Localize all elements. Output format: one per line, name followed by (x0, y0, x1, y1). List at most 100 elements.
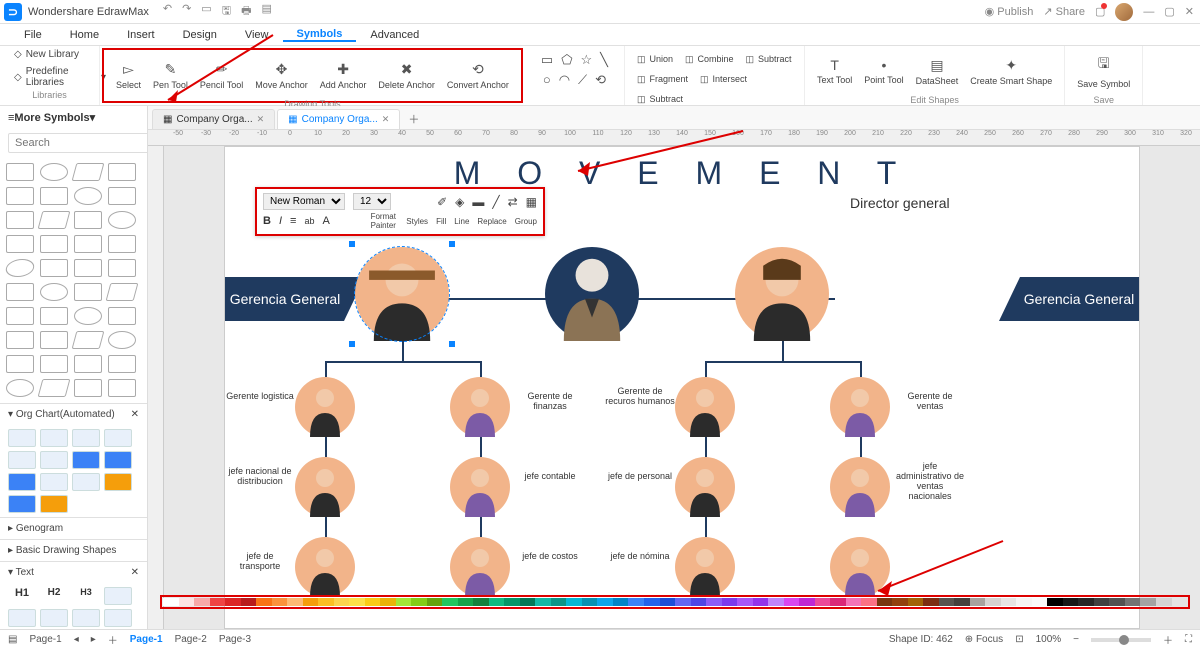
orgchart-thumbs[interactable] (0, 425, 147, 517)
basic-shapes-grid[interactable] (0, 157, 147, 403)
convert-anchor-tool[interactable]: ⟲Convert Anchor (441, 53, 515, 97)
publish-button[interactable]: ◉ Publish (985, 5, 1034, 18)
undo-icon[interactable]: ↶ (163, 2, 172, 21)
fontcolor-btn[interactable]: A (322, 215, 329, 227)
search-input[interactable] (8, 133, 148, 153)
align-btn[interactable]: ≡ (290, 215, 296, 227)
shape-row-1[interactable]: ▭⬠☆╲ (533, 52, 616, 68)
save-symbol-tool[interactable]: 🖫Save Symbol (1071, 49, 1136, 93)
add-anchor-tool[interactable]: ✚Add Anchor (314, 53, 373, 97)
datasheet-tool[interactable]: ▤DataSheet (910, 49, 965, 93)
vertical-ruler (148, 146, 164, 629)
basic-section[interactable]: ▸ Basic Drawing Shapes (0, 539, 147, 561)
close-icon[interactable]: ✕ (1185, 5, 1194, 18)
export-icon[interactable]: ▤ (261, 2, 271, 21)
page-add[interactable]: ＋ (108, 632, 118, 647)
open-icon[interactable]: ▭ (201, 2, 211, 21)
point-tool[interactable]: •Point Tool (858, 49, 909, 93)
page-list-icon[interactable]: ▤ (8, 634, 17, 645)
share-button[interactable]: ↗ Share (1043, 5, 1085, 18)
text-headers[interactable]: H1 H2 H3 (0, 583, 147, 629)
size-select[interactable]: 12 (353, 193, 391, 210)
page-2[interactable]: Page-2 (175, 634, 207, 645)
label-l4-3: jefe de nómina (605, 552, 675, 562)
shape-row-2[interactable]: ○◠⟋⟲ (535, 72, 614, 88)
color-palette[interactable] (160, 595, 1190, 609)
text-tool[interactable]: TText Tool (811, 49, 858, 93)
node-top-right[interactable] (735, 247, 829, 341)
node-top-center[interactable] (545, 247, 639, 341)
zoom-fit[interactable]: ⊡ (1015, 634, 1023, 645)
menu-symbols[interactable]: Symbols (283, 28, 357, 42)
minimize-icon[interactable]: — (1143, 6, 1154, 18)
new-library-button[interactable]: ◇ New Library (14, 49, 106, 60)
menu-design[interactable]: Design (169, 29, 231, 41)
more-symbols-header[interactable]: ≡ More Symbols ▾ (0, 106, 147, 129)
smart-shape-tool[interactable]: ✦Create Smart Shape (964, 49, 1058, 93)
menu-insert[interactable]: Insert (113, 29, 169, 41)
menu-file[interactable]: File (10, 29, 56, 41)
orgchart-section[interactable]: ▾ Org Chart(Automated)✕ (0, 403, 147, 425)
node-l3-4[interactable] (830, 457, 890, 517)
node-l4-3[interactable] (675, 537, 735, 597)
node-l4-1[interactable] (295, 537, 355, 597)
replace-btn[interactable]: ⇄ (508, 195, 518, 209)
node-l3-2[interactable] (450, 457, 510, 517)
line-btn[interactable]: ╱ (492, 195, 499, 209)
menu-home[interactable]: Home (56, 29, 113, 41)
genogram-section[interactable]: ▸ Genogram (0, 517, 147, 539)
styles-btn[interactable]: ◈ (455, 195, 464, 209)
move-anchor-tool[interactable]: ✥Move Anchor (249, 53, 314, 97)
page-next[interactable]: ▸ (91, 634, 96, 645)
canvas[interactable]: M O V E M E N T Director general Gerenci… (224, 146, 1140, 629)
zoom-out[interactable]: − (1073, 634, 1079, 645)
bold-btn[interactable]: B (263, 215, 271, 227)
union-op[interactable]: ◫ Union (631, 49, 679, 69)
pencil-tool[interactable]: ✏Pencil Tool (194, 53, 249, 97)
format-painter[interactable]: ✐ (437, 195, 447, 209)
node-l2-3[interactable] (675, 377, 735, 437)
symbols-panel: ≡ More Symbols ▾ 🔍 ▾ Org Chart(Automated… (0, 106, 148, 629)
fullscreen-icon[interactable]: ⛶ (1185, 634, 1192, 645)
menu-view[interactable]: View (231, 29, 283, 41)
tab-2[interactable]: ▦ Company Orga...✕ (277, 109, 400, 129)
page-1[interactable]: Page-1 (130, 634, 163, 645)
zoom-in[interactable]: ＋ (1163, 632, 1173, 647)
text-section[interactable]: ▾ Text✕ (0, 561, 147, 583)
textcase-btn[interactable]: ab (304, 216, 314, 226)
save-icon[interactable]: 🖫 (222, 2, 231, 21)
page-3[interactable]: Page-3 (219, 634, 251, 645)
node-l3-3[interactable] (675, 457, 735, 517)
font-select[interactable]: New Roman (263, 193, 345, 210)
node-l4-2[interactable] (450, 537, 510, 597)
focus-toggle[interactable]: ⊕ Focus (965, 634, 1003, 645)
add-tab[interactable]: ＋ (402, 109, 425, 129)
maximize-icon[interactable]: ▢ (1164, 5, 1174, 18)
node-l2-2[interactable] (450, 377, 510, 437)
tab-1[interactable]: ▦ Company Orga...✕ (152, 109, 275, 129)
notification-icon[interactable]: ▢ (1095, 5, 1105, 18)
subtract-op[interactable]: ◫ Subtract (740, 49, 798, 69)
redo-icon[interactable]: ↷ (182, 2, 191, 21)
node-l2-4[interactable] (830, 377, 890, 437)
menu-advanced[interactable]: Advanced (356, 29, 433, 41)
predefine-libraries-button[interactable]: ◇ Predefine Libraries▾ (14, 66, 106, 88)
group-btn[interactable]: ▦ (526, 195, 537, 209)
select-tool[interactable]: ▻Select (110, 53, 147, 97)
node-top-left[interactable] (355, 247, 449, 341)
fill-btn[interactable]: ▬ (472, 195, 484, 209)
intersect-op[interactable]: ◫ Intersect (694, 69, 753, 89)
pen-tool[interactable]: ✎Pen Tool (147, 53, 194, 97)
italic-btn[interactable]: I (279, 215, 282, 227)
node-l4-4[interactable] (830, 537, 890, 597)
combine-op[interactable]: ◫ Combine (679, 49, 740, 69)
delete-anchor-tool[interactable]: ✖Delete Anchor (372, 53, 441, 97)
node-l2-1[interactable] (295, 377, 355, 437)
user-avatar[interactable] (1115, 3, 1133, 21)
node-l3-1[interactable] (295, 457, 355, 517)
fragment-op[interactable]: ◫ Fragment (631, 69, 694, 89)
page-prev[interactable]: ◂ (74, 634, 79, 645)
page-current[interactable]: Page-1 (29, 634, 61, 645)
label-l2-2: Gerente de finanzas (515, 392, 585, 412)
print-icon[interactable]: 🖶 (241, 2, 251, 21)
